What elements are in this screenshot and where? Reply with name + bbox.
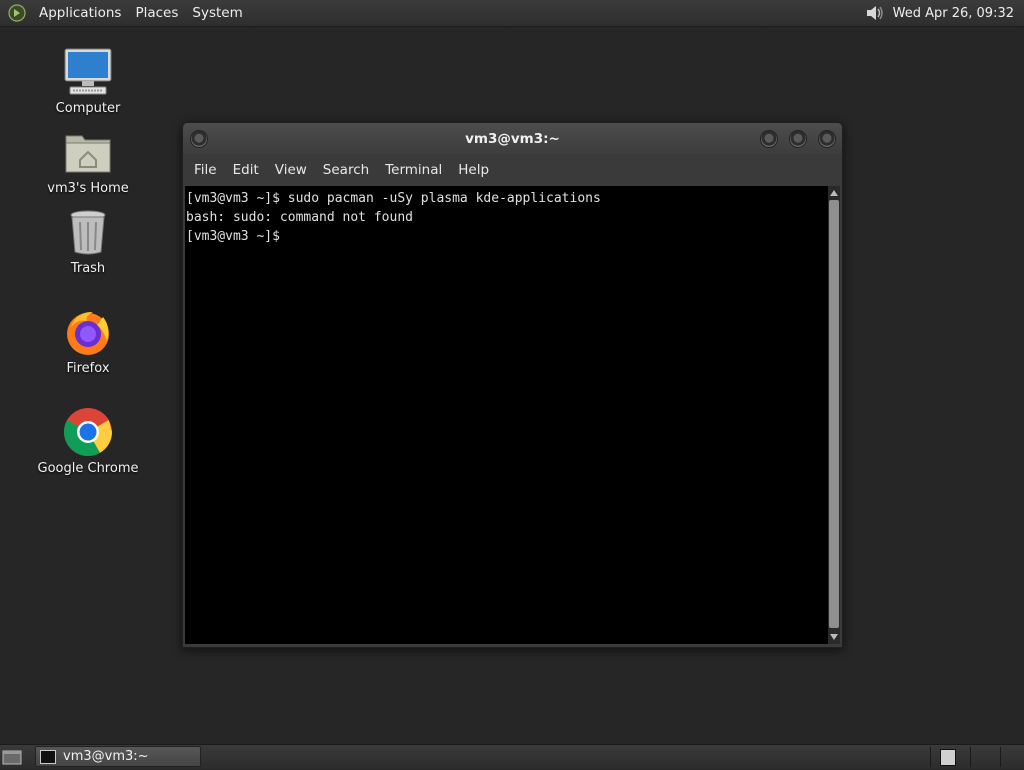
desktop-icon-label: vm3's Home	[47, 181, 129, 196]
menu-view[interactable]: View	[267, 162, 315, 178]
chrome-icon	[62, 406, 114, 458]
bottom-panel: vm3@vm3:~	[0, 744, 1024, 769]
workspace-separator	[1000, 747, 1001, 767]
menu-terminal[interactable]: Terminal	[377, 162, 450, 178]
desktop-icon-label: Firefox	[66, 361, 110, 376]
show-desktop-icon[interactable]	[2, 748, 22, 766]
scroll-up-icon[interactable]	[828, 187, 840, 199]
desktop-icon-label: Google Chrome	[37, 461, 139, 476]
volume-icon[interactable]	[863, 2, 885, 24]
desktop-icon-label: Trash	[70, 261, 106, 276]
taskbar-item-label: vm3@vm3:~	[63, 749, 149, 764]
window-menubar: File Edit View Search Terminal Help	[183, 155, 842, 185]
terminal-scrollbar[interactable]	[828, 186, 840, 644]
clock[interactable]: Wed Apr 26, 09:32	[885, 6, 1020, 21]
terminal-prompt-line: [vm3@vm3 ~]$	[186, 229, 288, 244]
scrollbar-thumb[interactable]	[829, 200, 839, 628]
workspace-separator	[970, 747, 971, 767]
desktop-icon-firefox[interactable]: Firefox	[28, 306, 148, 376]
minimize-icon[interactable]	[760, 130, 778, 148]
terminal-line: [vm3@vm3 ~]$ sudo pacman -uSy plasma kde…	[186, 191, 601, 206]
menu-edit[interactable]: Edit	[225, 162, 267, 178]
terminal-icon	[40, 749, 56, 764]
trash-icon	[62, 206, 114, 258]
mate-logo-icon[interactable]	[8, 4, 26, 22]
terminal-line: bash: sudo: command not found	[186, 210, 413, 225]
computer-icon	[62, 46, 114, 98]
system-menu[interactable]: System	[185, 5, 249, 21]
close-icon[interactable]	[818, 130, 836, 148]
desktop-icon-home[interactable]: vm3's Home	[28, 126, 148, 196]
applications-menu[interactable]: Applications	[32, 5, 128, 21]
places-menu[interactable]: Places	[128, 5, 185, 21]
terminal-output[interactable]: [vm3@vm3 ~]$ sudo pacman -uSy plasma kde…	[185, 186, 828, 644]
workspace-switcher-1[interactable]	[940, 749, 956, 766]
workspace-separator	[930, 747, 931, 767]
desktop-icon-label: Computer	[55, 101, 121, 116]
notification-area: Wed Apr 26, 09:32	[863, 0, 1020, 26]
terminal-window: vm3@vm3:~ File Edit View Search Terminal…	[182, 122, 843, 648]
taskbar-item-terminal[interactable]: vm3@vm3:~	[35, 746, 201, 767]
firefox-icon	[62, 306, 114, 358]
maximize-icon[interactable]	[789, 130, 807, 148]
home-folder-icon	[62, 126, 114, 178]
menu-help[interactable]: Help	[450, 162, 497, 178]
window-titlebar[interactable]: vm3@vm3:~	[183, 123, 842, 155]
desktop-icon-trash[interactable]: Trash	[28, 206, 148, 276]
scroll-down-icon[interactable]	[828, 631, 840, 643]
menu-file[interactable]: File	[186, 162, 225, 178]
desktop-icon-chrome[interactable]: Google Chrome	[28, 406, 148, 476]
window-title: vm3@vm3:~	[465, 131, 560, 147]
menu-search[interactable]: Search	[315, 162, 377, 178]
top-panel: Applications Places System Wed Apr 26, 0…	[0, 0, 1024, 27]
desktop-icon-computer[interactable]: Computer	[28, 46, 148, 116]
